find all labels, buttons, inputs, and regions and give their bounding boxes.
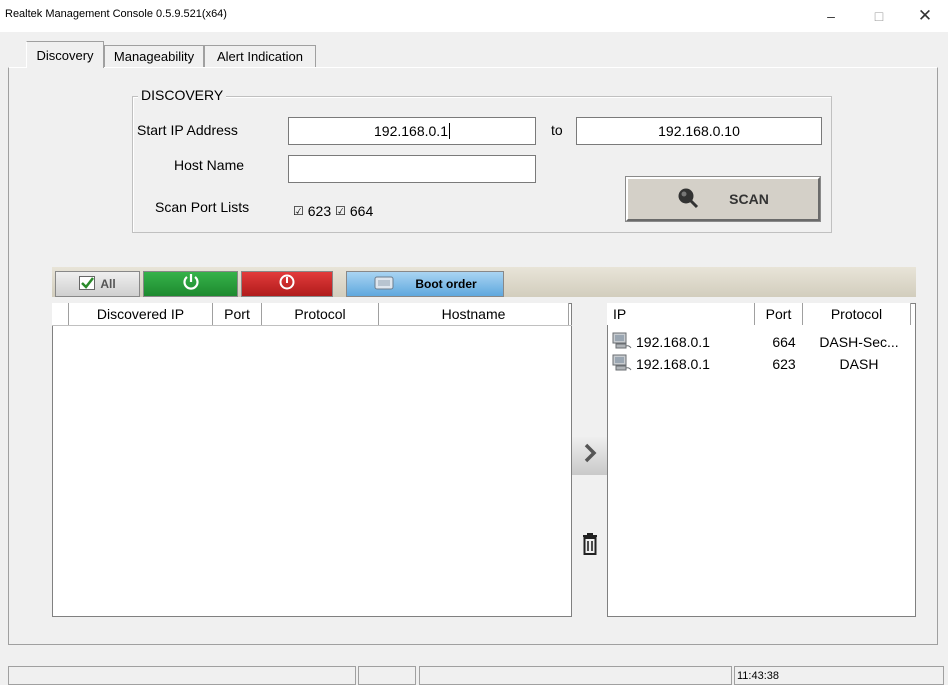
column-ip[interactable]: IP bbox=[607, 303, 755, 325]
boot-order-icon bbox=[373, 274, 395, 295]
header-spacer bbox=[52, 303, 69, 325]
computer-icon bbox=[611, 354, 633, 375]
discovery-group-label: DISCOVERY bbox=[138, 87, 227, 103]
status-panel-2 bbox=[358, 666, 416, 685]
discovered-table-header: Discovered IP Port Protocol Hostname bbox=[52, 303, 572, 326]
selected-table-header: IP Port Protocol bbox=[607, 303, 916, 325]
port-664-label: 664 bbox=[349, 203, 374, 219]
tab-manageability[interactable]: Manageability bbox=[104, 45, 204, 67]
port-623-checkbox[interactable]: ☑ bbox=[293, 204, 304, 218]
status-panel-3 bbox=[419, 666, 732, 685]
window-title: Realtek Management Console 0.5.9.521(x64… bbox=[5, 8, 227, 20]
scan-port-lists-label: Scan Port Lists bbox=[155, 199, 250, 215]
scan-button[interactable]: SCAN bbox=[626, 177, 820, 221]
power-icon bbox=[182, 273, 200, 296]
to-label: to bbox=[551, 122, 563, 138]
row-ip: 192.168.0.1 bbox=[636, 356, 710, 372]
row-ip: 192.168.0.1 bbox=[636, 334, 710, 350]
minimize-button[interactable]: – bbox=[808, 0, 854, 32]
computer-icon bbox=[611, 332, 633, 353]
power-off-icon bbox=[278, 273, 296, 296]
power-on-button[interactable] bbox=[143, 271, 238, 297]
column-discovered-ip[interactable]: Discovered IP bbox=[69, 303, 213, 325]
move-right-button[interactable] bbox=[572, 437, 607, 475]
status-panel-1 bbox=[8, 666, 356, 685]
row-ip-cell: 192.168.0.1 bbox=[611, 332, 759, 353]
delete-button[interactable] bbox=[572, 525, 607, 565]
trash-icon bbox=[582, 532, 598, 558]
port-list: ☑ 623 ☑ 664 bbox=[293, 203, 373, 219]
discovered-devices-table[interactable] bbox=[52, 303, 572, 617]
boot-order-button[interactable]: Boot order bbox=[346, 271, 504, 297]
start-ip-input[interactable]: 192.168.0.1 bbox=[288, 117, 536, 145]
status-time: 11:43:38 bbox=[734, 666, 944, 685]
text-caret bbox=[448, 123, 450, 139]
start-ip-value: 192.168.0.1 bbox=[374, 123, 448, 139]
row-protocol: DASH bbox=[839, 356, 879, 372]
magnifier-icon bbox=[677, 187, 699, 212]
host-name-label: Host Name bbox=[174, 157, 245, 173]
row-ip-cell: 192.168.0.1 bbox=[611, 354, 759, 375]
chevron-right-icon bbox=[583, 443, 597, 469]
column-protocol[interactable]: Protocol bbox=[262, 303, 379, 325]
row-port: 623 bbox=[772, 356, 796, 372]
table-row[interactable]: 192.168.0.1 623 DASH bbox=[611, 353, 911, 375]
scan-button-label: SCAN bbox=[729, 191, 769, 207]
maximize-button[interactable]: □ bbox=[856, 0, 902, 32]
end-ip-value: 192.168.0.10 bbox=[658, 123, 740, 139]
select-all-button[interactable]: All bbox=[55, 271, 140, 297]
select-all-label: All bbox=[100, 277, 116, 291]
start-ip-label: Start IP Address bbox=[137, 122, 238, 138]
column-protocol[interactable]: Protocol bbox=[803, 303, 911, 325]
boot-order-label: Boot order bbox=[415, 277, 477, 291]
host-name-input[interactable] bbox=[288, 155, 536, 183]
column-port[interactable]: Port bbox=[213, 303, 262, 325]
column-hostname[interactable]: Hostname bbox=[379, 303, 569, 325]
port-664-checkbox[interactable]: ☑ bbox=[335, 204, 346, 218]
end-ip-input[interactable]: 192.168.0.10 bbox=[576, 117, 822, 145]
close-button[interactable]: ✕ bbox=[902, 0, 948, 32]
column-port[interactable]: Port bbox=[755, 303, 803, 325]
port-623-label: 623 bbox=[307, 203, 332, 219]
tab-discovery[interactable]: Discovery bbox=[26, 41, 104, 68]
tab-alert-indication[interactable]: Alert Indication bbox=[204, 45, 316, 67]
row-protocol: DASH-Sec... bbox=[819, 334, 899, 350]
table-row[interactable]: 192.168.0.1 664 DASH-Sec... bbox=[611, 331, 911, 353]
row-port: 664 bbox=[772, 334, 796, 350]
checkmark-icon bbox=[79, 275, 96, 293]
power-off-button[interactable] bbox=[241, 271, 333, 297]
